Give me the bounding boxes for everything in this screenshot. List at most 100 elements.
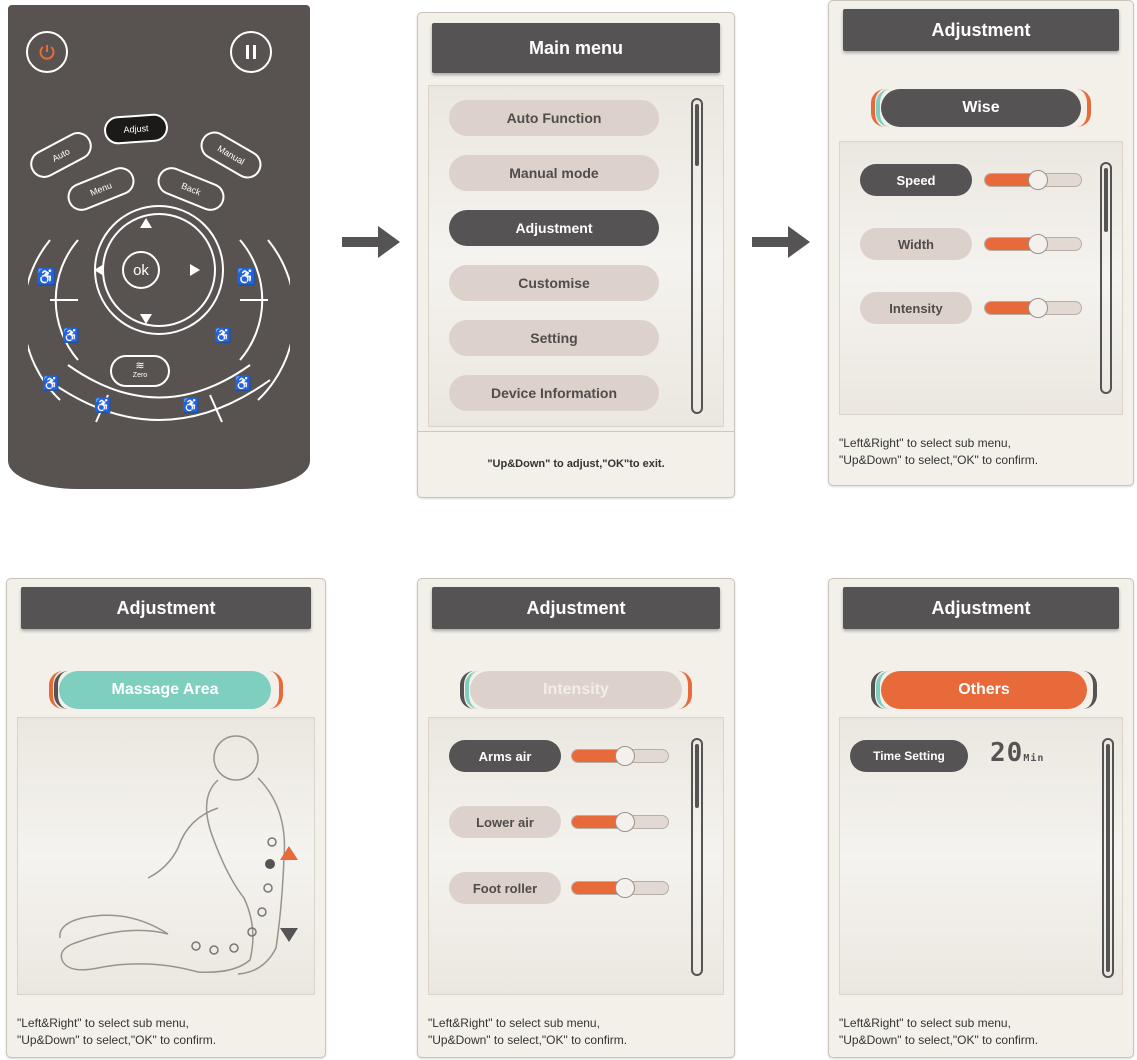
scroll-thumb[interactable]: [1106, 744, 1110, 972]
tab-others[interactable]: Others: [881, 671, 1087, 709]
setting-label-time-setting[interactable]: Time Setting: [850, 740, 968, 772]
legrest-down-icon[interactable]: ♿: [94, 397, 111, 414]
scrollbar[interactable]: [691, 738, 703, 976]
remote-control: Adjust Auto Manual Menu Back ok ≋ Zero ♿…: [8, 5, 310, 489]
footrest-in-icon[interactable]: ♿: [182, 397, 199, 414]
menu-item-adjustment[interactable]: Adjustment: [449, 210, 659, 246]
power-button[interactable]: [26, 31, 68, 73]
speed-slider[interactable]: [984, 170, 1082, 190]
footrest-out-icon[interactable]: ♿: [234, 375, 251, 392]
adjustment-wise-panel: Adjustment Wise Speed Width Intensity "L…: [828, 0, 1134, 486]
time-unit: Min: [1023, 753, 1045, 764]
menu-item-auto-function[interactable]: Auto Function: [449, 100, 659, 136]
footer-line: "Up&Down" to select,"OK" to confirm.: [17, 1033, 217, 1047]
down-arrow-icon[interactable]: [140, 314, 152, 324]
ok-button[interactable]: ok: [122, 251, 160, 289]
auto-label: Auto: [50, 146, 72, 164]
menu-item-manual-mode[interactable]: Manual mode: [449, 155, 659, 191]
adjustment-area-panel: Adjustment Massage Area "Left&Right" to …: [6, 578, 326, 1058]
main-menu-panel: Main menu Auto Function Manual mode Adju…: [417, 12, 735, 498]
footer-line: "Left&Right" to select sub menu,: [839, 1016, 1011, 1030]
footer-line: "Up&Down" to select,"OK" to confirm.: [428, 1033, 628, 1047]
footer-hint: "Left&Right" to select sub menu, "Up&Dow…: [17, 1015, 315, 1049]
scrollbar[interactable]: [1100, 162, 1112, 394]
recline-forward-icon[interactable]: ♿: [236, 267, 256, 287]
adjust-label: Adjust: [123, 123, 149, 135]
footer-line: "Left&Right" to select sub menu,: [17, 1016, 189, 1030]
left-arrow-icon[interactable]: [94, 264, 104, 276]
adjust-button[interactable]: Adjust: [103, 112, 169, 146]
slider-knob[interactable]: [614, 746, 635, 766]
slider-knob[interactable]: [1027, 234, 1048, 254]
panel-title: Main menu: [432, 23, 720, 73]
massage-area-view: [17, 717, 315, 995]
power-icon: [39, 45, 55, 60]
setting-label-intensity[interactable]: Intensity: [860, 292, 972, 324]
zero-gravity-icon: ≋: [135, 360, 145, 372]
zero-label: Zero: [132, 372, 148, 379]
tab-intensity[interactable]: Intensity: [470, 671, 682, 709]
pause-button[interactable]: [230, 31, 272, 73]
slider-knob[interactable]: [614, 812, 635, 832]
scrollbar[interactable]: [1102, 738, 1114, 978]
auto-button[interactable]: Auto: [25, 127, 97, 183]
scroll-thumb[interactable]: [695, 104, 699, 166]
footer-line: "Left&Right" to select sub menu,: [428, 1016, 600, 1030]
scroll-thumb[interactable]: [1104, 168, 1108, 232]
setting-label-lower-air[interactable]: Lower air: [449, 806, 561, 838]
adjustment-intensity-panel: Adjustment Intensity Arms air Lower air …: [417, 578, 735, 1058]
panel-title: Adjustment: [843, 587, 1119, 629]
right-arrow-icon: [752, 226, 810, 258]
tab-right-bracket: [1077, 89, 1091, 127]
footer-line: "Up&Down" to select,"OK" to confirm.: [839, 453, 1039, 467]
slider-knob[interactable]: [1027, 170, 1048, 190]
manual-label: Manual: [215, 143, 247, 167]
backrest-up-icon[interactable]: ♿: [214, 327, 231, 344]
menu-item-customise[interactable]: Customise: [449, 265, 659, 301]
right-arrow-icon: [342, 226, 400, 258]
menu-item-device-information[interactable]: Device Information: [449, 375, 659, 411]
setting-label-arms-air[interactable]: Arms air: [449, 740, 561, 772]
footer-hint: "Left&Right" to select sub menu, "Up&Dow…: [839, 435, 1123, 469]
scroll-thumb[interactable]: [695, 744, 699, 808]
legrest-up-icon[interactable]: ♿: [42, 375, 59, 392]
setting-label-speed[interactable]: Speed: [860, 164, 972, 196]
time-value: 20: [990, 738, 1024, 768]
lower-air-slider[interactable]: [571, 812, 669, 832]
footer-hint: "Left&Right" to select sub menu, "Up&Dow…: [428, 1015, 724, 1049]
divider: [418, 431, 734, 432]
pause-icon: [246, 45, 256, 59]
area-down-arrow-icon[interactable]: [280, 928, 298, 942]
up-arrow-icon[interactable]: [140, 218, 152, 228]
arms-air-slider[interactable]: [571, 746, 669, 766]
tab-wise[interactable]: Wise: [881, 89, 1081, 127]
footer-hint: "Up&Down" to adjust,"OK"to exit.: [487, 458, 665, 470]
recline-back-icon[interactable]: ♿: [36, 267, 56, 287]
tab-right-bracket: [1083, 671, 1097, 709]
slider-knob[interactable]: [1027, 298, 1048, 318]
width-slider[interactable]: [984, 234, 1082, 254]
settings-area: Speed Width Intensity: [839, 141, 1123, 415]
dpad-ring: [28, 205, 290, 423]
backrest-down-icon[interactable]: ♿: [62, 327, 79, 344]
scrollbar[interactable]: [691, 98, 703, 414]
menu-item-setting[interactable]: Setting: [449, 320, 659, 356]
manual-button[interactable]: Manual: [195, 126, 267, 184]
footer-line: "Up&Down" to select,"OK" to confirm.: [839, 1033, 1039, 1047]
right-arrow-icon[interactable]: [190, 264, 200, 276]
foot-roller-slider[interactable]: [571, 878, 669, 898]
settings-area: Arms air Lower air Foot roller: [428, 717, 724, 995]
slider-knob[interactable]: [614, 878, 635, 898]
panel-title: Adjustment: [432, 587, 720, 629]
setting-label-width[interactable]: Width: [860, 228, 972, 260]
panel-title: Adjustment: [843, 9, 1119, 51]
zero-gravity-button[interactable]: ≋ Zero: [110, 355, 170, 387]
setting-label-foot-roller[interactable]: Foot roller: [449, 872, 561, 904]
area-up-arrow-icon[interactable]: [280, 846, 298, 860]
menu-list: Auto Function Manual mode Adjustment Cus…: [428, 85, 724, 427]
intensity-slider[interactable]: [984, 298, 1082, 318]
tab-right-bracket: [269, 671, 283, 709]
footer-hint: "Left&Right" to select sub menu, "Up&Dow…: [839, 1015, 1123, 1049]
tab-massage-area[interactable]: Massage Area: [59, 671, 271, 709]
back-label: Back: [179, 180, 203, 198]
